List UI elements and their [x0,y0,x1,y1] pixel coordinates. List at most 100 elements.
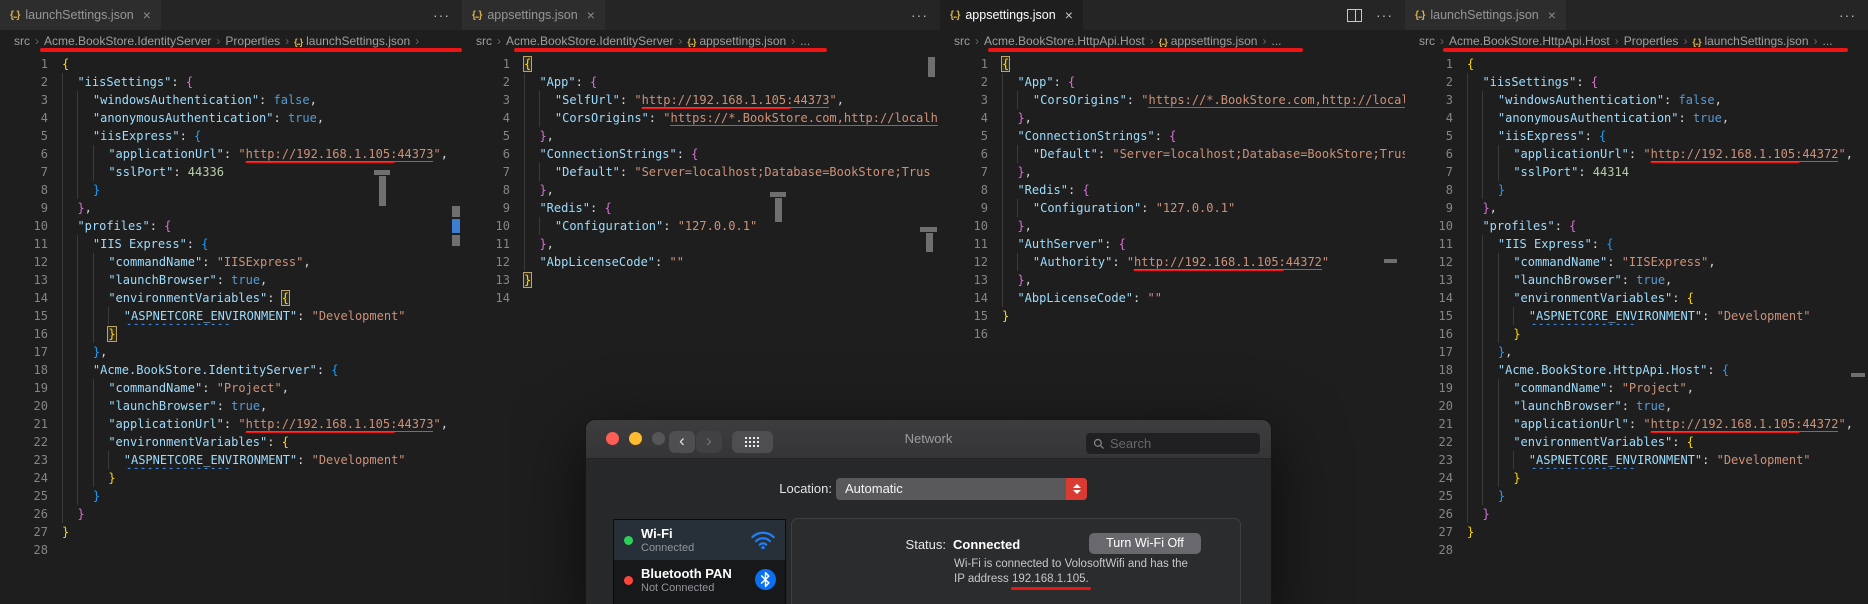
code-token: } [522,272,533,288]
close-tab-icon[interactable]: × [1548,8,1556,22]
url-link[interactable]: http://192.168.1.105 [1134,255,1279,270]
indent-guide [1467,73,1482,91]
code-line: 14 "AbpLicenseCode": "" [948,289,1405,307]
close-tab-icon[interactable]: × [143,8,151,22]
breadcrumb-file[interactable]: appsettings.json [1171,34,1258,48]
code-token: : [173,165,188,179]
code-token: "launchBrowser" [108,399,217,413]
status-panel: Status: Connected Turn Wi-Fi Off Wi-Fi i… [791,518,1241,604]
indent-guide [1482,271,1497,289]
indent-guide [77,271,92,289]
dropdown-stepper-icon[interactable] [1066,478,1087,500]
scrollbar-thumb[interactable] [1384,259,1397,263]
code-line: 9 "Redis": { [470,199,940,217]
code-line: 25} [1413,487,1868,505]
code-line: 22 "environmentVariables": { [1413,433,1868,451]
tab-appsettings.json[interactable]: {..} appsettings.json × [462,0,606,30]
code-token: "profiles" [1482,219,1555,233]
url-link[interactable]: :44372 [1795,147,1839,162]
breadcrumb-more[interactable]: ... [800,34,810,48]
code-line: 18 "Acme.BookStore.IdentityServer": { [8,361,462,379]
breadcrumb-file[interactable]: launchSettings.json [306,34,410,48]
code-area[interactable]: 1{2 "App": {3 "SelfUrl": "http://192.168.1… [462,52,940,307]
search-input[interactable]: Search [1085,432,1261,455]
breadcrumb-item[interactable]: src [1419,34,1435,48]
url-link[interactable]: http://192.168.1.105 [245,417,391,432]
code-token: : [1126,93,1142,107]
network-window-titlebar[interactable]: ‹ › Network Search [586,420,1271,459]
url-link[interactable]: http://192.168.1.105 [245,147,391,162]
code-token: "AbpLicenseCode" [539,255,656,269]
more-actions-icon[interactable]: ··· [1376,7,1393,23]
breadcrumb-item[interactable]: Acme.BookStore.HttpApi.Host [984,34,1145,48]
code-line: 26} [8,505,462,523]
code-area[interactable]: 1{2 "App": {3 "CorsOrigins": "https://*.Bo… [940,52,1405,343]
scrollbar-thumb[interactable] [1851,373,1865,377]
more-actions-icon[interactable]: ··· [433,7,450,23]
location-label: Location: [779,481,832,496]
code-token: { [691,147,699,161]
url-link[interactable]: :44373 [390,417,434,432]
indent-guide [1002,145,1017,163]
line-number: 11 [973,237,988,251]
breadcrumb-file[interactable]: launchSettings.json [1704,34,1808,48]
indent-guide [1467,289,1482,307]
code-line: 13}, [948,271,1405,289]
indent-guide [62,379,77,397]
turn-wifi-off-button[interactable]: Turn Wi-Fi Off [1089,533,1201,554]
tab-launchSettings.json[interactable]: {..} launchSettings.json × [1405,0,1567,30]
code-token: , [546,183,554,197]
close-tab-icon[interactable]: × [1065,8,1073,22]
line-number: 9 [40,201,48,215]
code-area[interactable]: 1{2 "iisSettings": {3 "windowsAuthenticati… [1405,52,1868,559]
url-link[interactable]: https://*.BookStore.com,http://local [1148,93,1405,108]
code-token: : [663,219,678,233]
breadcrumb-more[interactable]: ... [1271,34,1281,48]
breadcrumb-item[interactable]: Acme.BookStore.IdentityServer [44,34,211,48]
connection-row-wi-fi[interactable]: Wi-Fi Connected [614,520,785,560]
url-link[interactable]: http://192.168.1.105 [1650,417,1796,432]
url-link[interactable]: :44373 [390,147,434,162]
breadcrumb-item[interactable]: Acme.BookStore.HttpApi.Host [1449,34,1610,48]
split-editor-icon[interactable] [1347,8,1362,22]
url-link[interactable]: :44373 [786,93,830,108]
breadcrumb-more[interactable]: ... [1823,34,1833,48]
breadcrumb-item[interactable]: src [476,34,492,48]
tab-appsettings.json[interactable]: {..} appsettings.json × [940,0,1084,30]
code-line: 7}, [948,163,1405,181]
line-number: 12 [973,255,988,269]
indent-guide [1482,469,1497,487]
breadcrumb-item[interactable]: Properties [225,34,280,48]
breadcrumb-item[interactable]: Acme.BookStore.IdentityServer [506,34,673,48]
connection-row-bluetooth-pan[interactable]: Bluetooth PAN Not Connected [614,560,785,600]
breadcrumb-item[interactable]: src [14,34,30,48]
breadcrumb-file[interactable]: appsettings.json [699,34,786,48]
url-link[interactable]: https://*.BookStore.com,http://localh [670,111,938,126]
url-link[interactable]: http://192.168.1.105 [641,93,787,108]
code-line: 10 "profiles": { [8,217,462,235]
code-token: , [1489,201,1497,215]
url-link[interactable]: http://192.168.1.105 [1650,147,1796,162]
code-token: " [1643,147,1651,161]
line-number: 3 [980,93,988,107]
location-dropdown[interactable]: Automatic [836,478,1087,500]
code-token: : [1607,255,1622,269]
more-actions-icon[interactable]: ··· [1839,7,1856,23]
code-token: } [1497,183,1506,197]
breadcrumb-item[interactable]: Properties [1624,34,1679,48]
url-link[interactable]: :44372 [1278,255,1322,270]
line-number: 10 [495,219,510,233]
json-file-icon: {..} [10,9,20,21]
code-token: "Development" [311,453,406,467]
close-tab-icon[interactable]: × [587,8,595,22]
tab-launchSettings.json[interactable]: {..} launchSettings.json × [0,0,162,30]
url-link[interactable]: :44372 [1795,417,1839,432]
code-token: , [1024,165,1032,179]
indent-guide [77,469,92,487]
breadcrumb-item[interactable]: src [954,34,970,48]
line-number: 5 [502,129,510,143]
code-token: true [1692,111,1722,125]
line-number: 1 [502,57,510,71]
more-actions-icon[interactable]: ··· [911,7,928,23]
code-area[interactable]: 1{2 "iisSettings": {3 "windowsAuthenticati… [0,52,462,559]
